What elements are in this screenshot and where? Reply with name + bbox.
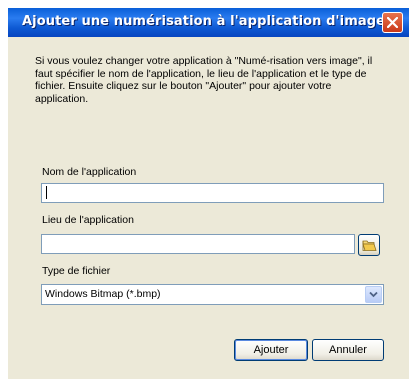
file-type-selected-value: Windows Bitmap (*.bmp) bbox=[45, 288, 161, 300]
dropdown-arrow-button[interactable] bbox=[365, 286, 382, 303]
dialog-title: Ajouter une numérisation à l'application… bbox=[22, 14, 386, 29]
text-cursor bbox=[46, 186, 47, 199]
app-location-input[interactable] bbox=[41, 234, 355, 254]
add-button[interactable]: Ajouter bbox=[234, 339, 308, 361]
close-button[interactable] bbox=[382, 12, 403, 33]
cancel-button[interactable]: Annuler bbox=[312, 339, 384, 361]
chevron-down-icon bbox=[369, 291, 378, 298]
instructions-text: Si vous voulez changer votre application… bbox=[35, 55, 373, 105]
folder-open-icon bbox=[362, 240, 377, 251]
title-bar[interactable]: Ajouter une numérisation à l'application… bbox=[8, 8, 409, 37]
close-icon bbox=[387, 17, 398, 28]
file-type-dropdown[interactable]: Windows Bitmap (*.bmp) bbox=[41, 284, 384, 305]
browse-button[interactable] bbox=[358, 234, 380, 256]
app-name-label: Nom de l'application bbox=[42, 166, 137, 178]
app-location-label: Lieu de l'application bbox=[42, 214, 134, 226]
file-type-label: Type de fichier bbox=[42, 265, 111, 277]
app-name-input[interactable] bbox=[41, 183, 384, 203]
